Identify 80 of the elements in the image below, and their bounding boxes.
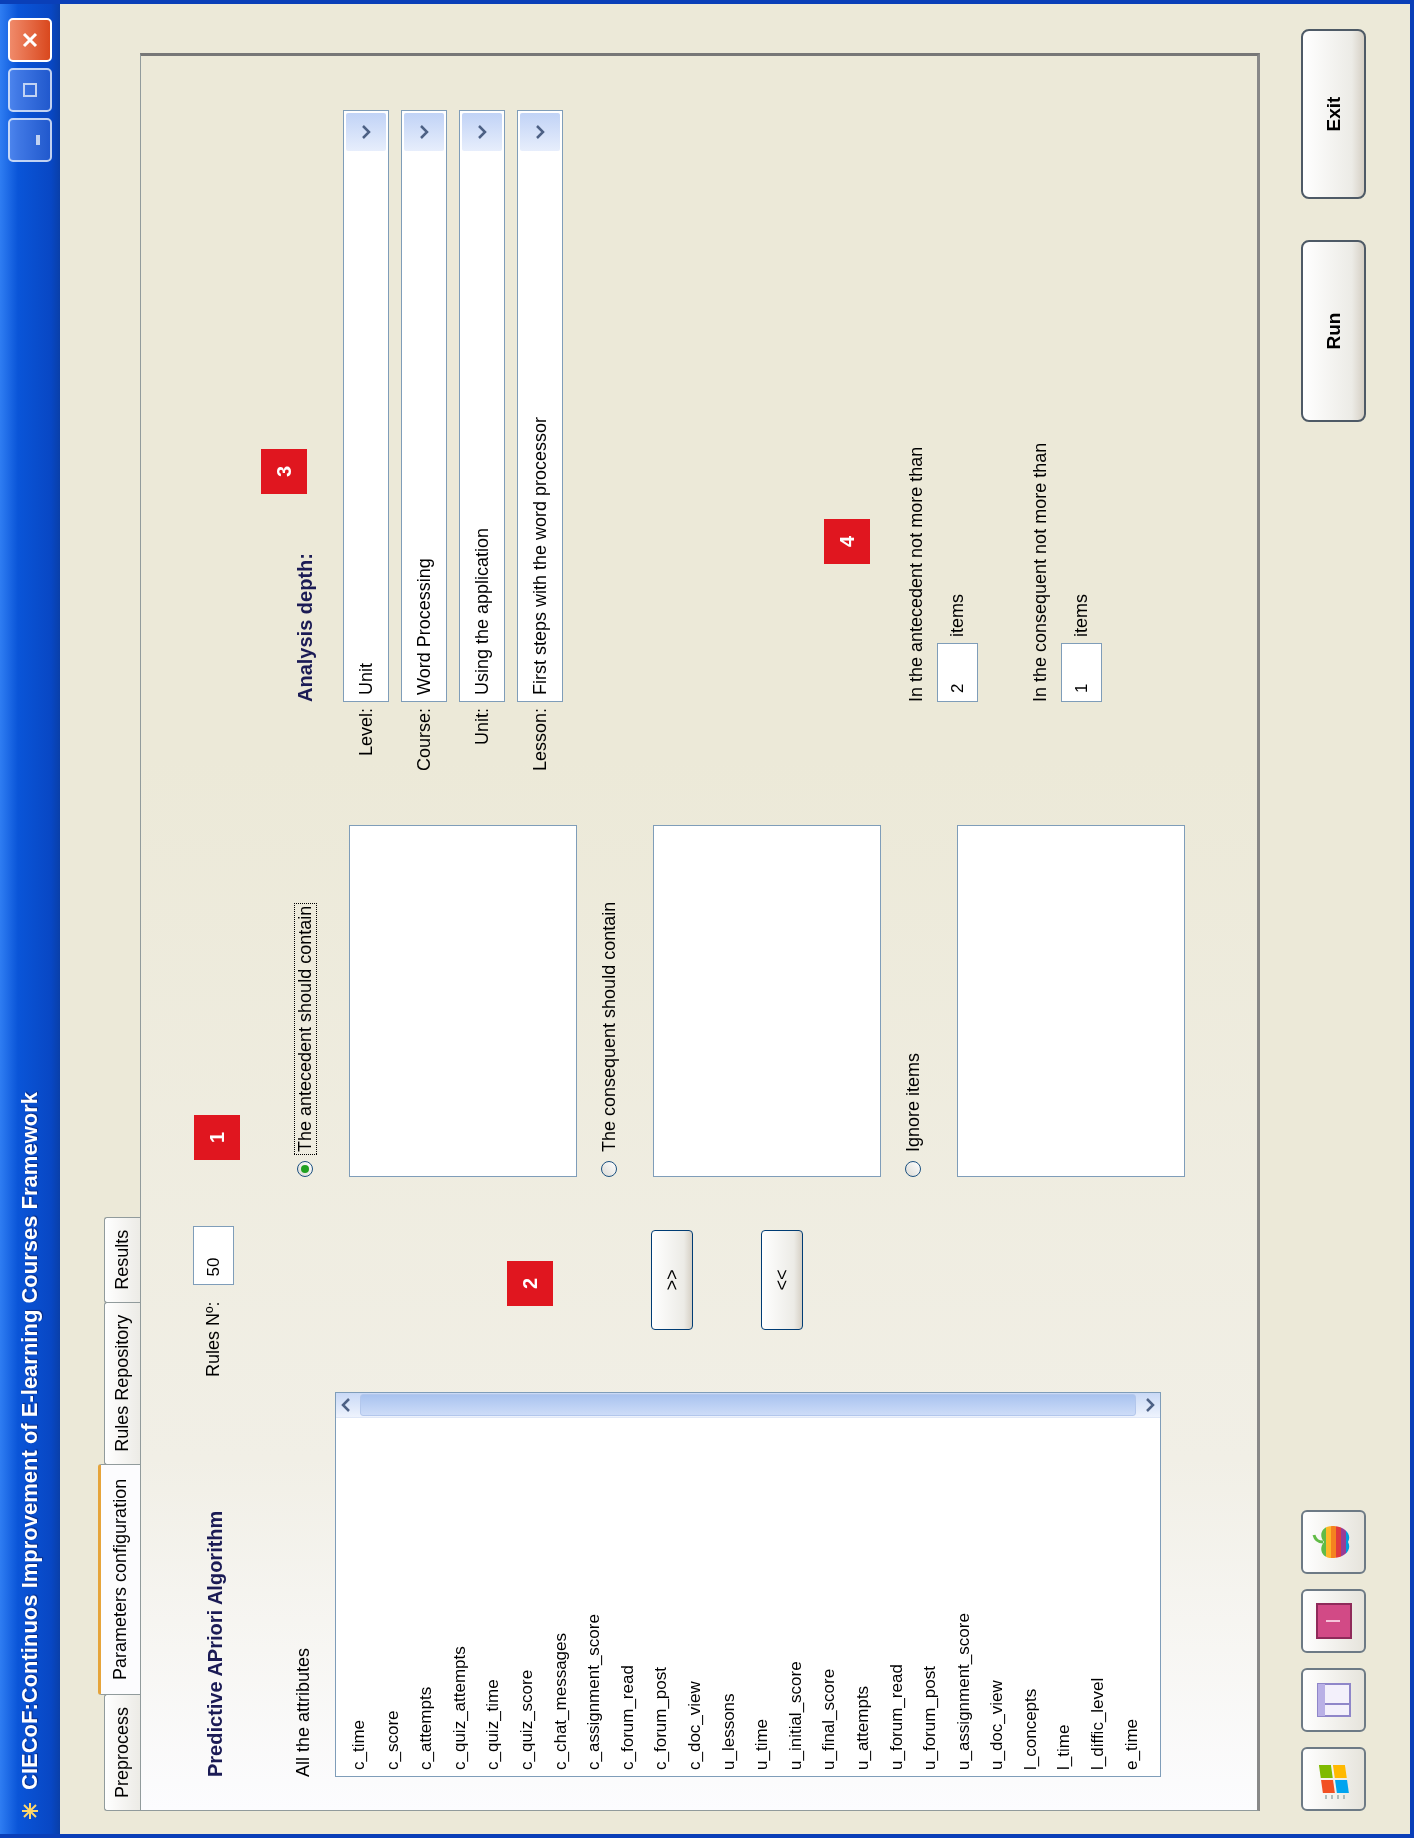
unit-label: items <box>947 594 968 637</box>
rules-field[interactable]: 50 <box>193 1226 234 1286</box>
algorithm-title: Predictive APriori Algorithm <box>203 1509 227 1777</box>
list-label: All the attributes <box>292 1646 314 1777</box>
list-item[interactable]: u_initial_score <box>778 1418 813 1770</box>
maximize-icon <box>21 81 39 99</box>
toolbar-button[interactable] <box>1301 1668 1366 1732</box>
minimize-button[interactable] <box>8 118 52 162</box>
dropdown[interactable]: Unit <box>343 110 389 702</box>
list-item[interactable]: l_concepts <box>1013 1418 1048 1770</box>
list-item[interactable]: l_time <box>1047 1418 1082 1770</box>
number-badge: 1 <box>194 1115 240 1160</box>
close-icon <box>21 31 39 49</box>
limit-label: In the antecedent not more than <box>905 445 927 702</box>
list-item[interactable]: u_final_score <box>812 1418 846 1770</box>
dropdown-value: Word Processing <box>413 557 435 695</box>
list-item[interactable]: c_time <box>342 1418 376 1770</box>
toolbar-button[interactable] <box>1301 1589 1366 1653</box>
radio-label[interactable]: Ignore items <box>901 1049 925 1155</box>
radio-button[interactable] <box>905 1161 921 1177</box>
move-button[interactable]: << <box>761 1230 803 1330</box>
list-item[interactable]: l_diffic_level <box>1081 1418 1115 1770</box>
list-item[interactable]: u_assignment_score <box>946 1418 981 1770</box>
minimize-icon <box>36 135 40 145</box>
list-item[interactable]: c_forum_read <box>610 1418 645 1770</box>
field-label: Course: <box>413 708 435 774</box>
radio-button[interactable] <box>601 1161 617 1177</box>
list-item[interactable]: c_forum_post <box>644 1418 678 1770</box>
field-label: Level: <box>355 708 377 759</box>
number-badge: 3 <box>261 449 307 494</box>
maximize-button[interactable] <box>8 68 52 112</box>
window-title: CIECoF:Continuos Improvement of E-learning Courses Framework <box>17 1092 43 1790</box>
radio-label[interactable]: The consequent should contain <box>597 898 621 1155</box>
dropdown-value: Unit <box>355 662 377 695</box>
dropdown[interactable]: Using the application <box>459 110 505 702</box>
tab[interactable]: Results <box>104 1216 140 1303</box>
number-field[interactable]: 1 <box>1061 643 1102 702</box>
limit-label: In the consequent not more than <box>1029 441 1051 702</box>
scrollbar-thumb[interactable] <box>360 1394 1136 1416</box>
list-item[interactable]: u_forum_post <box>913 1418 947 1770</box>
list-item[interactable]: u_attempts <box>845 1418 880 1770</box>
number-badge: 2 <box>507 1261 553 1306</box>
list-item[interactable]: c_assignment_score <box>577 1418 611 1770</box>
toolbar-button[interactable] <box>1301 1747 1366 1811</box>
radio-label[interactable]: The antecedent should contain <box>293 902 317 1155</box>
star-icon <box>21 1802 39 1820</box>
number-badge: 4 <box>824 519 870 564</box>
dropdown-value: First steps with the word processor <box>529 415 551 695</box>
toolbar-button[interactable] <box>1301 1510 1366 1574</box>
dropdown[interactable]: First steps with the word processor <box>517 110 563 702</box>
list-item[interactable]: u_doc_view <box>980 1418 1014 1770</box>
list-item[interactable]: e_time <box>1114 1418 1149 1770</box>
list-item[interactable]: c_attempts <box>409 1418 443 1770</box>
list-item[interactable]: c_quiz_score <box>509 1418 544 1770</box>
rules-label: Rules Nº: <box>203 1301 224 1377</box>
tab[interactable]: Parameters configuration <box>98 1463 140 1695</box>
field-label: Lesson: <box>529 708 551 774</box>
list-item[interactable]: c_quiz_attempts <box>442 1418 477 1770</box>
list-item[interactable]: c_chat_messages <box>543 1418 578 1770</box>
list-item[interactable]: u_lessons <box>711 1418 746 1770</box>
number-field[interactable]: 2 <box>937 643 978 702</box>
exit-button[interactable]: Exit <box>1301 29 1366 199</box>
unit-label: items <box>1071 594 1092 637</box>
list-item[interactable]: u_forum_read <box>879 1418 914 1770</box>
list-item[interactable]: c_doc_view <box>677 1418 712 1770</box>
scrollbar[interactable] <box>336 1393 1160 1418</box>
tab[interactable]: Preprocess <box>104 1693 140 1811</box>
attributes-list[interactable] <box>335 1392 1161 1777</box>
list-item[interactable]: c_score <box>375 1418 410 1770</box>
close-button[interactable] <box>8 18 52 62</box>
section-title: Analysis depth: <box>293 552 317 702</box>
tab[interactable]: Rules Repository <box>104 1301 140 1465</box>
radio-button[interactable] <box>297 1161 313 1177</box>
list-item[interactable]: c_quiz_time <box>476 1418 510 1770</box>
dropdown-value: Using the application <box>471 526 493 695</box>
run-button[interactable]: Run <box>1301 240 1366 422</box>
move-button[interactable]: >> <box>651 1230 693 1330</box>
field-label: Unit: <box>471 708 493 747</box>
list-item[interactable]: u_time <box>745 1418 779 1770</box>
dropdown[interactable]: Word Processing <box>401 110 447 702</box>
